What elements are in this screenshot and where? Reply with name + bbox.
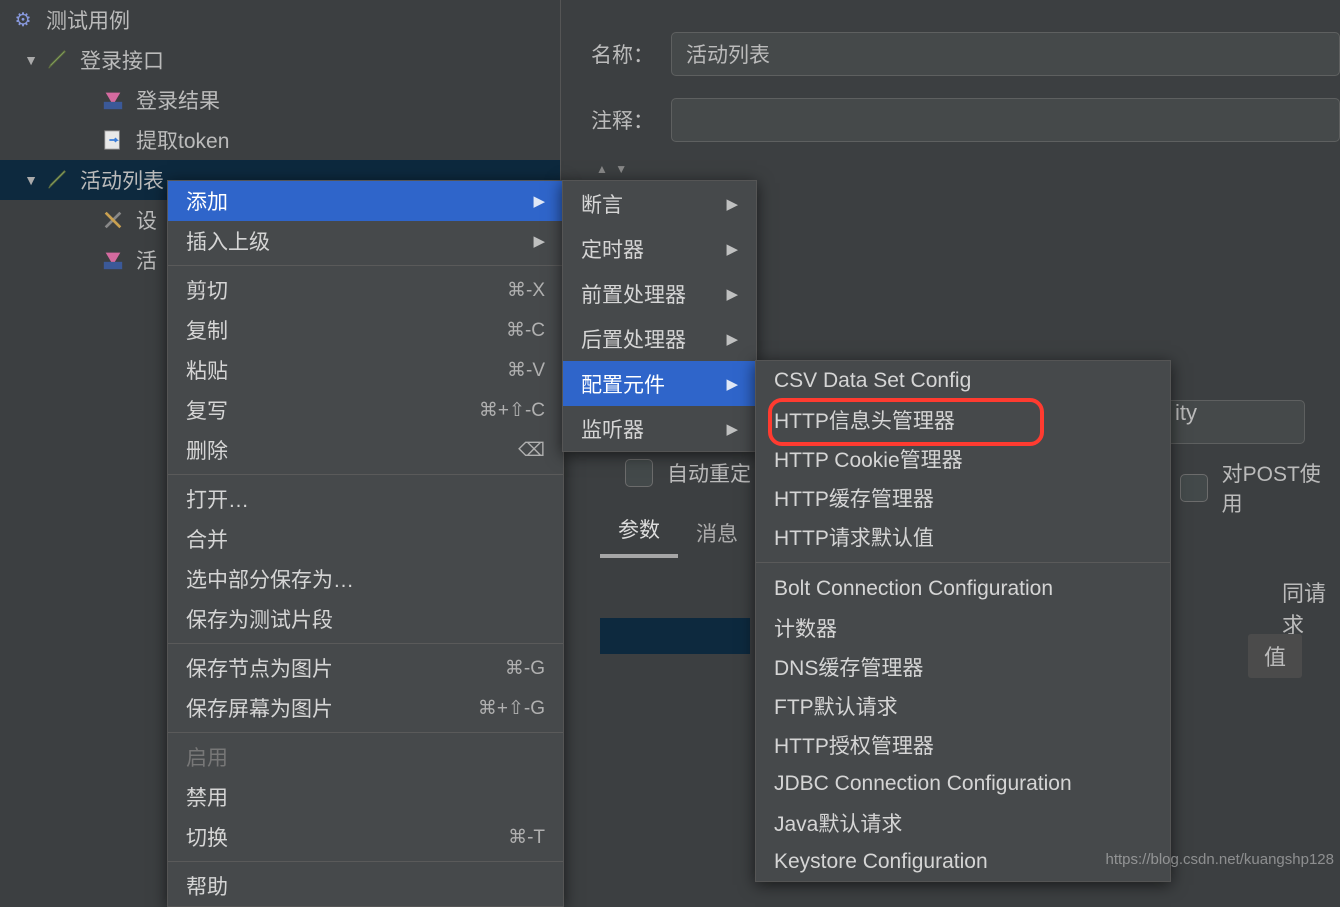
submenu-preprocessor[interactable]: 前置处理器▶ [563,271,756,316]
menu-delete[interactable]: 删除⌫ [168,430,563,470]
menu-separator [168,732,563,733]
config-http-cache[interactable]: HTTP缓存管理器 [756,478,1170,517]
config-http-auth[interactable]: HTTP授权管理器 [756,725,1170,764]
menu-help[interactable]: 帮助 [168,866,563,906]
arrow-right-icon: ▶ [726,285,738,303]
collapse-arrows-icon[interactable]: ▲ ▼ [596,162,629,176]
config-dns[interactable]: DNS缓存管理器 [756,647,1170,686]
post-checkbox[interactable] [1180,474,1208,502]
eyedropper-icon [44,47,70,73]
tree-root[interactable]: ⚙ 测试用例 [0,0,560,40]
config-http-cookie[interactable]: HTTP Cookie管理器 [756,439,1170,478]
menu-toggle[interactable]: 切换⌘-T [168,817,563,857]
chevron-down-icon: ▼ [22,171,40,189]
tree-login[interactable]: ▼ 登录接口 [0,40,560,80]
auto-redirect-row: 自动重定 [625,458,751,488]
auto-redirect-label: 自动重定 [667,458,751,488]
arrow-right-icon: ▶ [726,420,738,438]
context-menu: 添加▶ 插入上级▶ 剪切⌘-X 复制⌘-C 粘贴⌘-V 复写⌘+⇧-C 删除⌫ … [167,180,564,907]
menu-enable: 启用 [168,737,563,777]
config-ftp[interactable]: FTP默认请求 [756,686,1170,725]
name-label: 名称： [591,39,671,69]
tree-child-1-label: 设 [136,205,157,235]
post-use-row: 对POST使用 [1180,458,1340,518]
name-input[interactable] [671,32,1340,76]
add-submenu: 断言▶ 定时器▶ 前置处理器▶ 后置处理器▶ 配置元件▶ 监听器▶ [562,180,757,452]
menu-disable[interactable]: 禁用 [168,777,563,817]
value-column-header: 值 [1248,634,1302,678]
menu-separator [168,474,563,475]
menu-merge[interactable]: 合并 [168,519,563,559]
tree-token-label: 提取token [136,125,229,155]
menu-save-node-image[interactable]: 保存节点为图片⌘-G [168,648,563,688]
config-http-header[interactable]: HTTP信息头管理器 [756,400,1170,439]
menu-paste[interactable]: 粘贴⌘-V [168,350,563,390]
gear-icon: ⚙ [10,7,36,33]
menu-insert-parent[interactable]: 插入上级▶ [168,221,563,261]
menu-add[interactable]: 添加▶ [168,181,563,221]
config-jdbc[interactable]: JDBC Connection Configuration [756,764,1170,803]
comment-row: 注释： [561,98,1340,142]
config-bolt[interactable]: Bolt Connection Configuration [756,569,1170,608]
tree-extract-token[interactable]: 提取token [0,120,560,160]
arrow-right-icon: ▶ [726,240,738,258]
menu-cut[interactable]: 剪切⌘-X [168,270,563,310]
arrow-right-icon: ▶ [726,195,738,213]
auto-redirect-checkbox[interactable] [625,459,653,487]
menu-separator [168,643,563,644]
tree-child-2-label: 活 [136,245,157,275]
chevron-down-icon: ▼ [22,51,40,69]
submenu-config-element[interactable]: 配置元件▶ [563,361,756,406]
tree-login-result-label: 登录结果 [136,85,220,115]
menu-save-selection[interactable]: 选中部分保存为… [168,559,563,599]
tree-login-result[interactable]: 登录结果 [0,80,560,120]
menu-save-fragment[interactable]: 保存为测试片段 [168,599,563,639]
submenu-postprocessor[interactable]: 后置处理器▶ [563,316,756,361]
name-row: 名称： [561,32,1340,76]
post-label: 对POST使用 [1222,458,1340,518]
tree-activity-label: 活动列表 [80,165,164,195]
menu-open[interactable]: 打开… [168,479,563,519]
tools-icon [100,207,126,233]
funnel-icon [100,247,126,273]
eyedropper-icon [44,167,70,193]
arrow-right-icon: ▶ [533,192,545,210]
menu-separator [168,265,563,266]
tabs: 参数 消息 [600,512,756,558]
arrow-right-icon: ▶ [533,232,545,250]
menu-separator [168,861,563,862]
document-icon [100,127,126,153]
tab-params[interactable]: 参数 [600,504,678,558]
comment-input[interactable] [671,98,1340,142]
menu-separator [756,562,1170,563]
menu-save-screen-image[interactable]: 保存屏幕为图片⌘+⇧-G [168,688,563,728]
tree-root-label: 测试用例 [46,5,130,35]
config-http-default[interactable]: HTTP请求默认值 [756,517,1170,556]
menu-copy[interactable]: 复制⌘-C [168,310,563,350]
menu-duplicate[interactable]: 复写⌘+⇧-C [168,390,563,430]
comment-label: 注释： [591,105,671,135]
submenu-assertions[interactable]: 断言▶ [563,181,756,226]
config-java[interactable]: Java默认请求 [756,803,1170,842]
selected-table-row[interactable] [600,618,750,654]
config-csv[interactable]: CSV Data Set Config [756,361,1170,400]
funnel-icon [100,87,126,113]
tree-login-label: 登录接口 [80,45,164,75]
config-keystore[interactable]: Keystore Configuration [756,842,1170,881]
submenu-listener[interactable]: 监听器▶ [563,406,756,451]
priority-label-fragment: ity [1175,400,1197,426]
arrow-right-icon: ▶ [726,330,738,348]
config-counter[interactable]: 计数器 [756,608,1170,647]
same-request-label: 同请求 [1282,576,1340,640]
config-element-submenu: CSV Data Set Config HTTP信息头管理器 HTTP Cook… [755,360,1171,882]
arrow-right-icon: ▶ [726,375,738,393]
submenu-timer[interactable]: 定时器▶ [563,226,756,271]
tab-body[interactable]: 消息 [678,508,756,558]
